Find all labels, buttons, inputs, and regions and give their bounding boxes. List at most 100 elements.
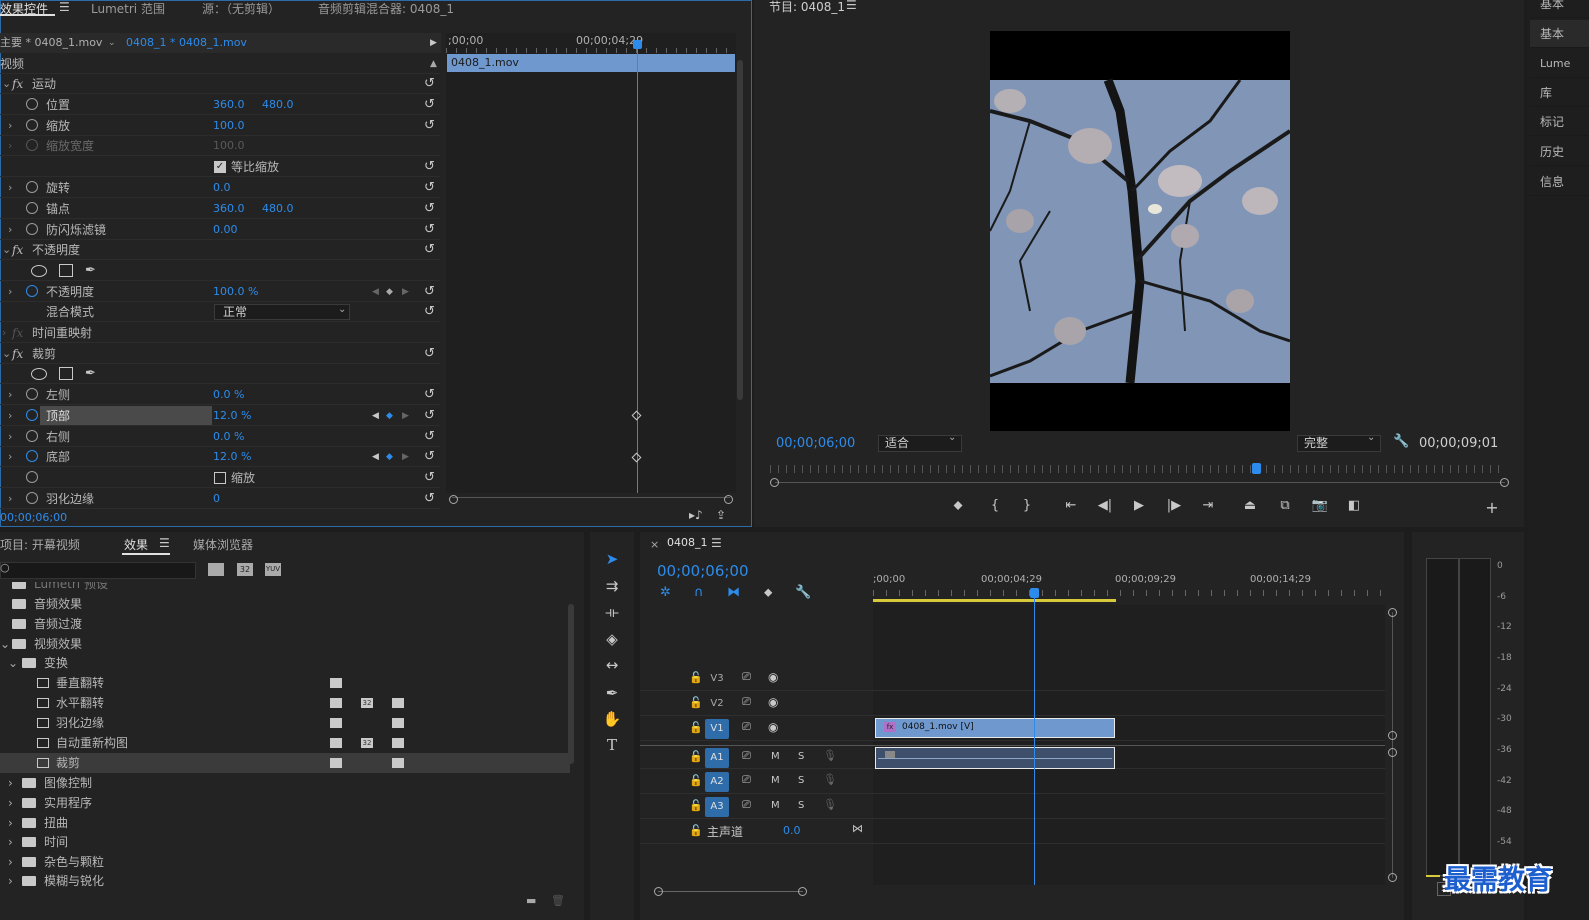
tree-item-distort[interactable]: › 扭曲: [0, 813, 570, 833]
feather-value[interactable]: 0: [213, 489, 220, 509]
lock-icon[interactable]: 🔓: [689, 774, 703, 787]
lock-icon[interactable]: 🔓: [689, 671, 703, 684]
track-label-a3[interactable]: A3: [705, 797, 729, 817]
reset-icon[interactable]: ↺: [424, 240, 435, 260]
stopwatch-icon[interactable]: [26, 285, 38, 297]
timeline-v-scroll[interactable]: [1392, 612, 1393, 878]
pen-mask-icon[interactable]: ✒: [85, 364, 96, 384]
chevron-right-icon[interactable]: ›: [8, 406, 12, 426]
crop-top-value[interactable]: 12.0 %: [213, 406, 251, 426]
lock-icon[interactable]: 🔓: [689, 824, 703, 837]
rectangle-mask-icon[interactable]: [59, 264, 73, 277]
timeline-h-handle-right[interactable]: [798, 887, 807, 896]
crop-right-value[interactable]: 0.0 %: [213, 427, 244, 447]
stopwatch-icon[interactable]: [26, 492, 38, 504]
reset-icon[interactable]: ↺: [424, 385, 435, 405]
timeline-timecode[interactable]: 00;00;06;00: [657, 562, 749, 580]
chevron-right-icon[interactable]: ›: [8, 773, 13, 793]
sync-lock-icon[interactable]: ⎚: [742, 749, 751, 763]
add-button-icon[interactable]: +: [1482, 498, 1502, 517]
stopwatch-icon[interactable]: [26, 119, 38, 131]
step-forward-icon[interactable]: |▶: [1164, 498, 1184, 513]
chevron-right-icon[interactable]: ›: [2, 323, 6, 343]
tab-source[interactable]: 源：（无剪辑）: [202, 0, 280, 17]
tree-item-video-effects[interactable]: ⌄ 视频效果: [0, 634, 570, 654]
play-icon[interactable]: ▶: [1129, 498, 1149, 513]
track-select-tool-icon[interactable]: ⇉: [600, 577, 624, 595]
opacity-value[interactable]: 100.0 %: [213, 282, 258, 302]
right-tab-library[interactable]: 库: [1530, 79, 1589, 107]
ec-zoom-handle-right[interactable]: [724, 495, 733, 504]
mute-button[interactable]: M: [771, 775, 780, 786]
fx-icon[interactable]: fx: [12, 240, 23, 260]
tree-item-crop[interactable]: 裁剪: [0, 753, 570, 773]
timeline-playhead-handle[interactable]: [1030, 588, 1039, 598]
prev-keyframe-icon[interactable]: ◀: [372, 447, 379, 467]
monitor-menu-icon[interactable]: ☰: [846, 0, 857, 12]
filter-icon[interactable]: ▸♪: [689, 508, 703, 522]
go-to-in-icon[interactable]: ⇤: [1061, 498, 1081, 513]
uniform-scale-checkbox[interactable]: ✓: [214, 161, 226, 173]
crop-left-value[interactable]: 0.0 %: [213, 385, 244, 405]
snap-icon[interactable]: ∩: [694, 585, 704, 600]
chevron-down-icon[interactable]: ⌄: [948, 432, 956, 443]
reset-icon[interactable]: ↺: [424, 468, 435, 488]
solo-button[interactable]: S: [798, 751, 804, 762]
stopwatch-icon[interactable]: [26, 223, 38, 235]
chevron-down-icon[interactable]: ⌄: [0, 634, 10, 654]
stopwatch-icon[interactable]: [26, 181, 38, 193]
effect-motion[interactable]: ⌄ fx 运动 ↺: [0, 74, 440, 94]
chevron-down-icon[interactable]: ⌄: [108, 33, 116, 53]
chevron-right-icon[interactable]: ›: [8, 282, 12, 302]
chevron-down-icon[interactable]: ⌄: [2, 240, 11, 260]
ec-timecode[interactable]: 00;00;06;00: [0, 511, 67, 524]
chevron-right-icon[interactable]: ›: [8, 871, 13, 891]
next-keyframe-icon[interactable]: ▶: [402, 447, 409, 467]
monitor-zoom-handle-left[interactable]: [770, 478, 779, 487]
tree-item-vertical-flip[interactable]: 垂直翻转: [0, 673, 570, 693]
mark-out-icon[interactable]: }: [1017, 498, 1037, 513]
timeline-v-handle-bottom[interactable]: [1388, 873, 1397, 882]
go-to-out-icon[interactable]: ⇥: [1198, 498, 1218, 513]
timeline-settings-icon[interactable]: 🔧: [795, 585, 811, 600]
reset-icon[interactable]: ↺: [424, 178, 435, 198]
chevron-right-icon[interactable]: ›: [8, 489, 12, 509]
tree-item-time[interactable]: › 时间: [0, 832, 570, 852]
stopwatch-icon[interactable]: [26, 98, 38, 110]
right-tab-markers[interactable]: 标记: [1530, 108, 1589, 136]
collapse-up-icon[interactable]: ▲: [430, 54, 437, 74]
right-tab-lumetri[interactable]: Lume: [1530, 50, 1589, 78]
timeline-h-handle-left[interactable]: [654, 887, 663, 896]
tab-lumetri-scopes[interactable]: Lumetri 范围: [91, 0, 165, 17]
32bit-effects-icon[interactable]: 32: [237, 563, 253, 576]
zoom-checkbox[interactable]: [214, 472, 226, 484]
type-tool-icon[interactable]: T: [600, 736, 624, 754]
stopwatch-icon[interactable]: [26, 202, 38, 214]
tree-item-auto-reframe[interactable]: 自动重新构图 32: [0, 733, 570, 753]
lift-icon[interactable]: ⏏: [1240, 498, 1260, 513]
mute-button[interactable]: M: [771, 800, 780, 811]
ec-zoom-handle-left[interactable]: [449, 495, 458, 504]
eye-icon[interactable]: ◉: [768, 695, 778, 709]
step-back-icon[interactable]: ◀|: [1095, 498, 1115, 513]
timeline-v-handle-mid2[interactable]: [1388, 748, 1397, 757]
reset-icon[interactable]: ↺: [424, 447, 435, 467]
timeline-tab[interactable]: 0408_1: [667, 536, 708, 549]
chevron-right-icon[interactable]: ›: [8, 832, 13, 852]
right-tab-info[interactable]: 信息: [1530, 168, 1589, 196]
microphone-icon[interactable]: 🎙: [823, 749, 837, 762]
work-area-bar[interactable]: [873, 599, 1116, 602]
tab-project[interactable]: 项目: 开幕视频: [0, 536, 80, 553]
tree-item-transform[interactable]: ⌄ 变换: [0, 653, 570, 673]
tree-item-audio-transitions[interactable]: 音频过渡: [0, 614, 570, 634]
reset-icon[interactable]: ↺: [424, 282, 435, 302]
tab-audio-clip-mixer[interactable]: 音频剪辑混合器: 0408_1: [318, 0, 454, 17]
ellipse-mask-icon[interactable]: [31, 265, 47, 277]
reset-icon[interactable]: ↺: [424, 406, 435, 426]
track-label-v3[interactable]: V3: [705, 669, 729, 689]
monitor-zoom-bar[interactable]: [775, 482, 1505, 483]
compare-icon[interactable]: ◧: [1344, 498, 1364, 513]
tree-item-utility[interactable]: › 实用程序: [0, 793, 570, 813]
slip-tool-icon[interactable]: ↔: [600, 656, 624, 674]
camera-icon[interactable]: 📷: [1310, 498, 1330, 513]
